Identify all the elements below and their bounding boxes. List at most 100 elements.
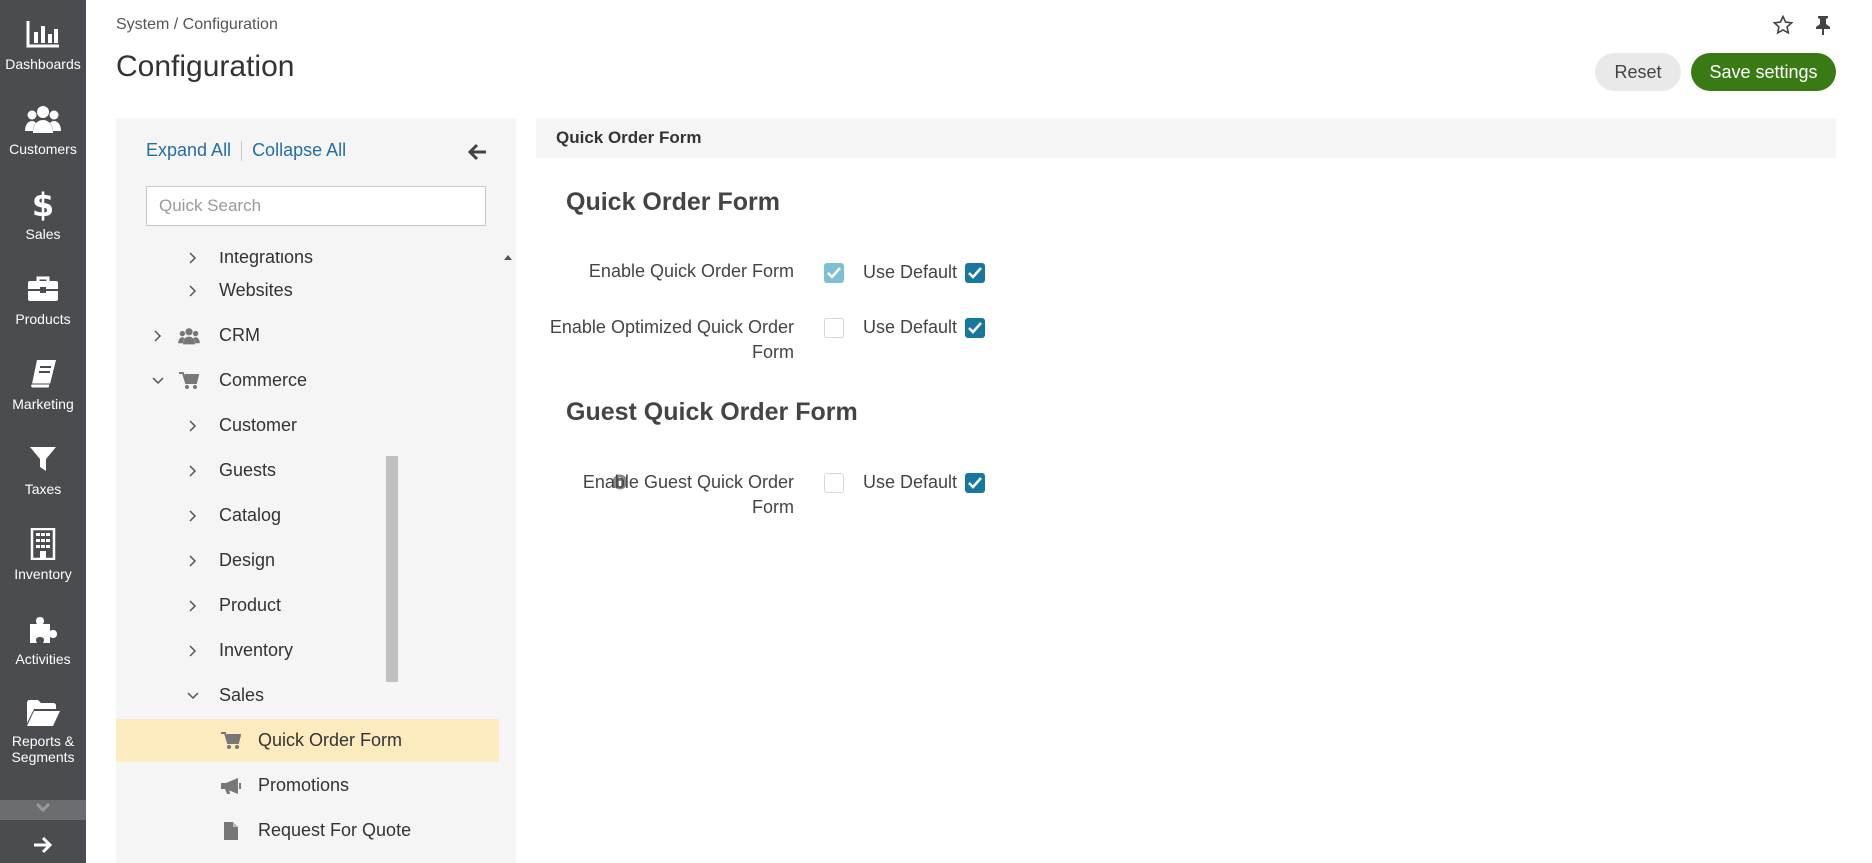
enable-quick-order-form-checkbox[interactable]	[824, 263, 844, 283]
chevron-right-icon[interactable]	[186, 419, 200, 433]
tree-toggle-links: Expand All Collapse All	[146, 140, 346, 161]
nav-item-sales[interactable]: $ Sales	[0, 170, 86, 255]
tree-item-commerce[interactable]: Commerce	[116, 359, 499, 402]
nav-item-customers[interactable]: Customers	[0, 85, 86, 170]
config-tree: Integrations Websites CRM Commerce Custo…	[116, 252, 499, 863]
collapse-all-link[interactable]: Collapse All	[252, 140, 346, 161]
tree-item-customer[interactable]: Customer	[116, 404, 499, 447]
nav-label: Taxes	[24, 481, 62, 497]
nav-item-dashboards[interactable]: Dashboards	[0, 0, 86, 85]
cart-icon	[219, 730, 243, 752]
use-default-checkbox-quick-order-form[interactable]	[965, 263, 985, 283]
tree-item-promotions[interactable]: Promotions	[116, 764, 499, 807]
cart-icon	[177, 370, 201, 392]
tree-item-label: Inventory	[219, 640, 294, 660]
use-default-checkbox-guest-quick-order-form[interactable]	[965, 473, 985, 493]
expand-all-link[interactable]: Expand All	[146, 140, 231, 161]
building-icon	[25, 526, 61, 562]
divider	[241, 140, 243, 161]
users-icon	[177, 325, 201, 347]
tree-item-crm[interactable]: CRM	[116, 314, 499, 357]
tree-item-label: Promotions	[258, 775, 350, 795]
enable-guest-quick-order-form-checkbox[interactable]	[824, 473, 844, 493]
tree-item-inventory[interactable]: Inventory	[116, 629, 499, 672]
chevron-right-icon[interactable]	[151, 329, 165, 343]
use-default-checkbox-optimized-quick-order-form[interactable]	[965, 318, 985, 338]
bar-chart-icon	[25, 16, 61, 52]
save-settings-button[interactable]: Save settings	[1691, 53, 1836, 91]
use-default-label: Use Default	[863, 472, 958, 492]
tree-item-request-for-quote[interactable]: Request For Quote	[116, 809, 499, 852]
tree-item-sales[interactable]: Sales	[116, 674, 499, 717]
scroll-up-icon[interactable]	[503, 252, 513, 262]
tree-item-guests[interactable]: Guests	[116, 449, 499, 492]
pin-icon[interactable]	[1812, 14, 1834, 36]
nav-item-taxes[interactable]: Taxes	[0, 425, 86, 510]
nav-item-activities[interactable]: Activities	[0, 595, 86, 680]
folder-icon	[25, 696, 61, 729]
enable-optimized-quick-order-form-checkbox[interactable]	[824, 318, 844, 338]
field-label-enable-guest-quick-order-form: Enable Guest Quick Order Form	[582, 472, 794, 517]
breadcrumb: System / Configuration	[116, 16, 278, 33]
nav-item-products[interactable]: Products	[0, 255, 86, 340]
chevron-right-icon[interactable]	[186, 599, 200, 613]
users-icon	[25, 101, 61, 137]
chevron-down-icon[interactable]	[186, 689, 200, 703]
use-default-label: Use Default	[863, 262, 958, 282]
tree-item-label: Design	[219, 550, 276, 570]
chevron-down-icon	[35, 801, 51, 819]
main-navigation: Dashboards Customers $ Sales Products Ma…	[0, 0, 86, 863]
page-title: Configuration	[116, 50, 295, 83]
nav-expand-button[interactable]	[0, 832, 86, 863]
collapse-panel-icon[interactable]	[465, 140, 489, 164]
puzzle-icon	[25, 611, 61, 647]
field-label-enable-optimized-quick-order-form: Enable Optimized Quick Order Form	[549, 317, 794, 362]
filter-icon	[25, 441, 61, 477]
nav-label: Products	[15, 311, 71, 327]
chevron-right-icon[interactable]	[186, 554, 200, 568]
chevron-right-icon[interactable]	[186, 464, 200, 478]
tree-scrollbar[interactable]	[500, 252, 516, 863]
nav-label: Reports & Segments	[11, 733, 75, 765]
tree-item-websites[interactable]: Websites	[116, 269, 499, 312]
tree-item-label: Quick Order Form	[258, 730, 403, 750]
page-actions	[1772, 14, 1834, 36]
group-title-quick-order-form: Quick Order Form	[566, 188, 780, 216]
chevron-right-icon[interactable]	[186, 252, 200, 265]
nav-item-reports-segments[interactable]: Reports & Segments	[0, 680, 86, 765]
file-icon	[219, 820, 243, 842]
quick-search-input[interactable]	[146, 186, 486, 226]
tree-item-label: Catalog	[219, 505, 282, 525]
reset-button[interactable]: Reset	[1595, 53, 1681, 91]
tree-item-product[interactable]: Product	[116, 584, 499, 627]
star-icon[interactable]	[1772, 14, 1794, 36]
arrow-right-icon	[33, 836, 53, 859]
use-default-label: Use Default	[863, 317, 958, 337]
tree-item-quick-order-form[interactable]: Quick Order Form	[116, 719, 499, 762]
dollar-icon: $	[25, 186, 61, 222]
tree-item-label: Request For Quote	[258, 820, 412, 840]
tree-item-label: Commerce	[219, 370, 308, 390]
tree-item-label: Guests	[219, 460, 277, 480]
nav-item-inventory[interactable]: Inventory	[0, 510, 86, 595]
nav-item-marketing[interactable]: Marketing	[0, 340, 86, 425]
chevron-right-icon[interactable]	[186, 284, 200, 298]
tree-item-label: Product	[219, 595, 282, 615]
chevron-down-icon[interactable]	[151, 374, 165, 388]
nav-scroll-more[interactable]	[0, 800, 86, 820]
chevron-right-icon[interactable]	[186, 644, 200, 658]
tree-item-label: Websites	[219, 280, 293, 300]
tree-item-catalog[interactable]: Catalog	[116, 494, 499, 537]
group-title-guest-quick-order-form: Guest Quick Order Form	[566, 398, 858, 426]
tree-item-label: Integrations	[219, 252, 314, 267]
scrollbar-thumb[interactable]	[386, 456, 398, 682]
section-header: Quick Order Form	[536, 118, 1836, 158]
tree-item-label: Sales	[219, 685, 265, 705]
config-tree-panel: Expand All Collapse All Integrations Web…	[116, 118, 516, 863]
chevron-right-icon[interactable]	[186, 509, 200, 523]
briefcase-icon	[25, 271, 61, 307]
tree-item-design[interactable]: Design	[116, 539, 499, 582]
svg-text:$: $	[33, 187, 53, 221]
tree-item-label: Customer	[219, 415, 298, 435]
nav-label: Marketing	[12, 396, 74, 412]
